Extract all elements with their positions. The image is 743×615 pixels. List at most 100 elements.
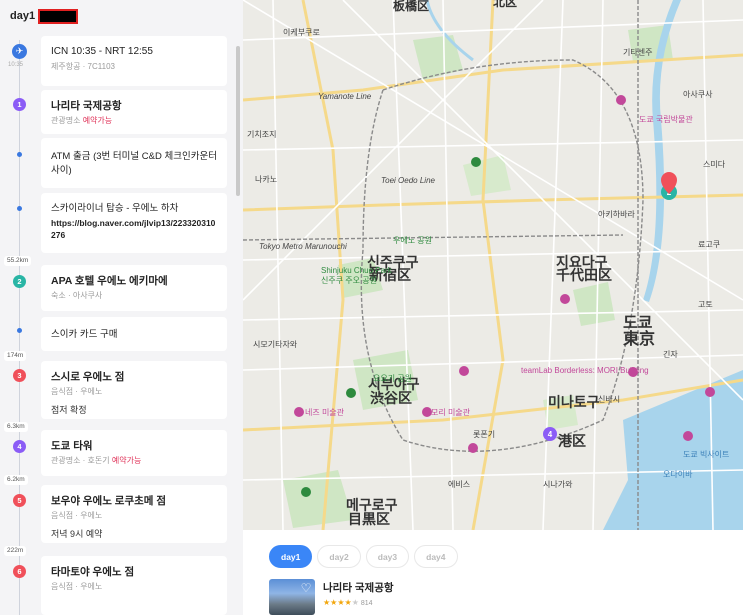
distance-label: 6.3km [4,422,28,432]
map-label: 아키하바라 [598,210,635,219]
marker-1: 1 [13,98,26,111]
map-label: 요요기 공원 [373,374,413,383]
scrollbar[interactable] [236,46,240,196]
map-label: Yamanote Line [318,92,372,101]
marker-6: 6 [13,565,26,578]
flight-time: 10:35 [8,62,24,68]
itinerary-card-4[interactable]: 도쿄 타워 관광명소 · 호돈기 예약가능 [41,430,227,476]
distance-label: 55.2km [4,256,32,266]
heart-icon[interactable]: ♡ [299,581,313,595]
card-title: APA 호텔 우에노 에키마에 [51,275,168,287]
airplane-icon: ✈ [12,44,27,59]
map-label: 渋谷区 [370,390,412,406]
map-label: 에비스 [448,480,471,489]
bottom-panel: day1 day2 day3 day4 ♡ 나리타 국제공항 ★★★★★ 814 [243,530,743,615]
itinerary-card-suica[interactable]: 스이카 카드 구매 [41,317,227,351]
card-category: 관광명소 · 호돈기 예약가능 [51,456,142,465]
status-badge: 예약가능 [82,116,113,125]
card-category: 음식점 · 우에노 [51,387,103,396]
map-label: 스미다 [703,160,726,169]
itinerary-card-5[interactable]: 보우야 우에노 로쿠초메 점 음식점 · 우에노 저녁 9시 예약 [41,485,227,543]
map-label: 미나토구 [548,394,600,410]
map-label: teamLab Borderless: MORI Building [521,366,649,375]
map-label: 北区 [493,0,518,9]
blog-link[interactable]: https://blog.naver.com/jlvip13/223320310… [51,217,217,241]
map-label: 千代田区 [556,267,612,283]
marker-5: 5 [13,494,26,507]
tab-day1[interactable]: day1 [269,545,313,568]
marker-4: 4 [13,440,26,453]
flight-card[interactable]: ICN 10:35 - NRT 12:55 제주항공 · 7C1103 [41,36,227,86]
distance-label: 6.2km [4,475,28,485]
flight-title: ICN 10:35 - NRT 12:55 [51,46,153,57]
card-title: 스카이라이너 탑승 - 우에노 하차 [51,203,179,214]
map-label: 기치조지 [247,130,277,139]
status-badge: 예약가능 [111,456,142,465]
timeline-dot [17,328,22,333]
marker-3: 3 [13,369,26,382]
card-category: 숙소 · 아사쿠사 [51,291,103,300]
card-title: 보우야 우에노 로쿠초메 점 [51,495,167,507]
day-tabs: day1 day2 day3 day4 [269,545,458,568]
timeline-dot [17,152,22,157]
map-label: 나카노 [255,175,278,184]
map-label: 도쿄 빅사이트 [683,450,730,459]
card-title: 타마토야 우에노 점 [51,566,135,578]
distance-label: 174m [4,351,27,361]
map-marker-4[interactable]: 4 [543,427,557,441]
map-label: 이케부쿠로 [283,28,320,37]
distance-label: 222m [4,546,27,556]
timeline-dot [17,206,22,211]
review-count: 814 [360,600,373,607]
day-label: day1 [10,10,36,22]
map-label: 目黒区 [348,511,390,527]
card-title: 스시로 우에노 점 [51,371,125,383]
itinerary-card-3[interactable]: 스시로 우에노 점 음식점 · 우에노 점저 확정 [41,361,227,419]
map-label: 오다이바 [663,470,693,479]
map-label: 료고쿠 [698,240,721,249]
map-label: 板橋区 [393,0,430,13]
map-label: 우에노 공원 [393,236,433,245]
marker-2: 2 [13,275,26,288]
map-label: 東京 [623,331,656,348]
itinerary-card-6[interactable]: 타마토야 우에노 점 음식점 · 우에노 [41,556,227,615]
tab-day4[interactable]: day4 [414,545,458,568]
map-canvas: 4 2 [243,0,743,530]
map-label: 신바시 [598,395,621,404]
map-label: 아사쿠사 [683,90,713,99]
flight-sub: 제주항공 · 7C1103 [51,62,115,71]
card-title: 스이카 카드 구매 [51,329,118,340]
itinerary-card-2[interactable]: APA 호텔 우에노 에키마에 숙소 · 아사쿠사 [41,265,227,311]
map-label: 긴자 [663,350,678,359]
map-label: 港区 [558,433,586,449]
map-label: 신주쿠 주오 공원 [321,276,377,285]
tab-day2[interactable]: day2 [317,545,361,568]
svg-text:4: 4 [548,430,553,439]
star-icon: ★★★★ [323,598,352,607]
itinerary-panel: day1 ✈ 10:35 ICN 10:35 - NRT 12:55 제주항공 … [0,0,243,615]
map-label: 도쿄 국립박물관 [639,115,693,124]
card-title: ATM 출금 (3번 터미널 C&D 체크인카운터 사이) [51,151,217,176]
map-label: Shinjuku Chuo Park [321,266,392,275]
rating: ★★★★★ 814 [323,598,373,607]
place-thumbnail[interactable]: ♡ [269,579,315,615]
map-label: 롯폰기 [473,430,496,439]
map-label: 네즈 미술관 [305,408,345,417]
tab-day3[interactable]: day3 [365,545,410,568]
day-header: day1 [10,8,79,24]
place-title[interactable]: 나리타 국제공항 [323,580,394,595]
map-label: 시나가와 [543,480,573,489]
map-label: 시모기타자와 [253,340,298,349]
card-category: 음식점 · 우에노 [51,511,103,520]
itinerary-card-skyliner[interactable]: 스카이라이너 탑승 - 우에노 하차 https://blog.naver.co… [41,193,227,253]
map-label: Tokyo Metro Marunouchi [259,242,347,251]
card-category: 음식점 · 우에노 [51,582,103,591]
map-view[interactable]: 4 2 板橋区 北区 지요다구 千代田区 신주쿠구 新宿区 도쿄 東京 시부야구… [243,0,743,530]
card-note: 점저 확정 [51,405,87,415]
itinerary-card-1[interactable]: 나리타 국제공항 관광명소 예약가능 [41,90,227,134]
map-label: 고토 [698,300,713,309]
itinerary-card-atm[interactable]: ATM 출금 (3번 터미널 C&D 체크인카운터 사이) [41,138,227,188]
map-label: 모리 미술관 [431,408,471,417]
map-label: Toei Oedo Line [381,176,435,185]
card-note: 저녁 9시 예약 [51,529,103,539]
